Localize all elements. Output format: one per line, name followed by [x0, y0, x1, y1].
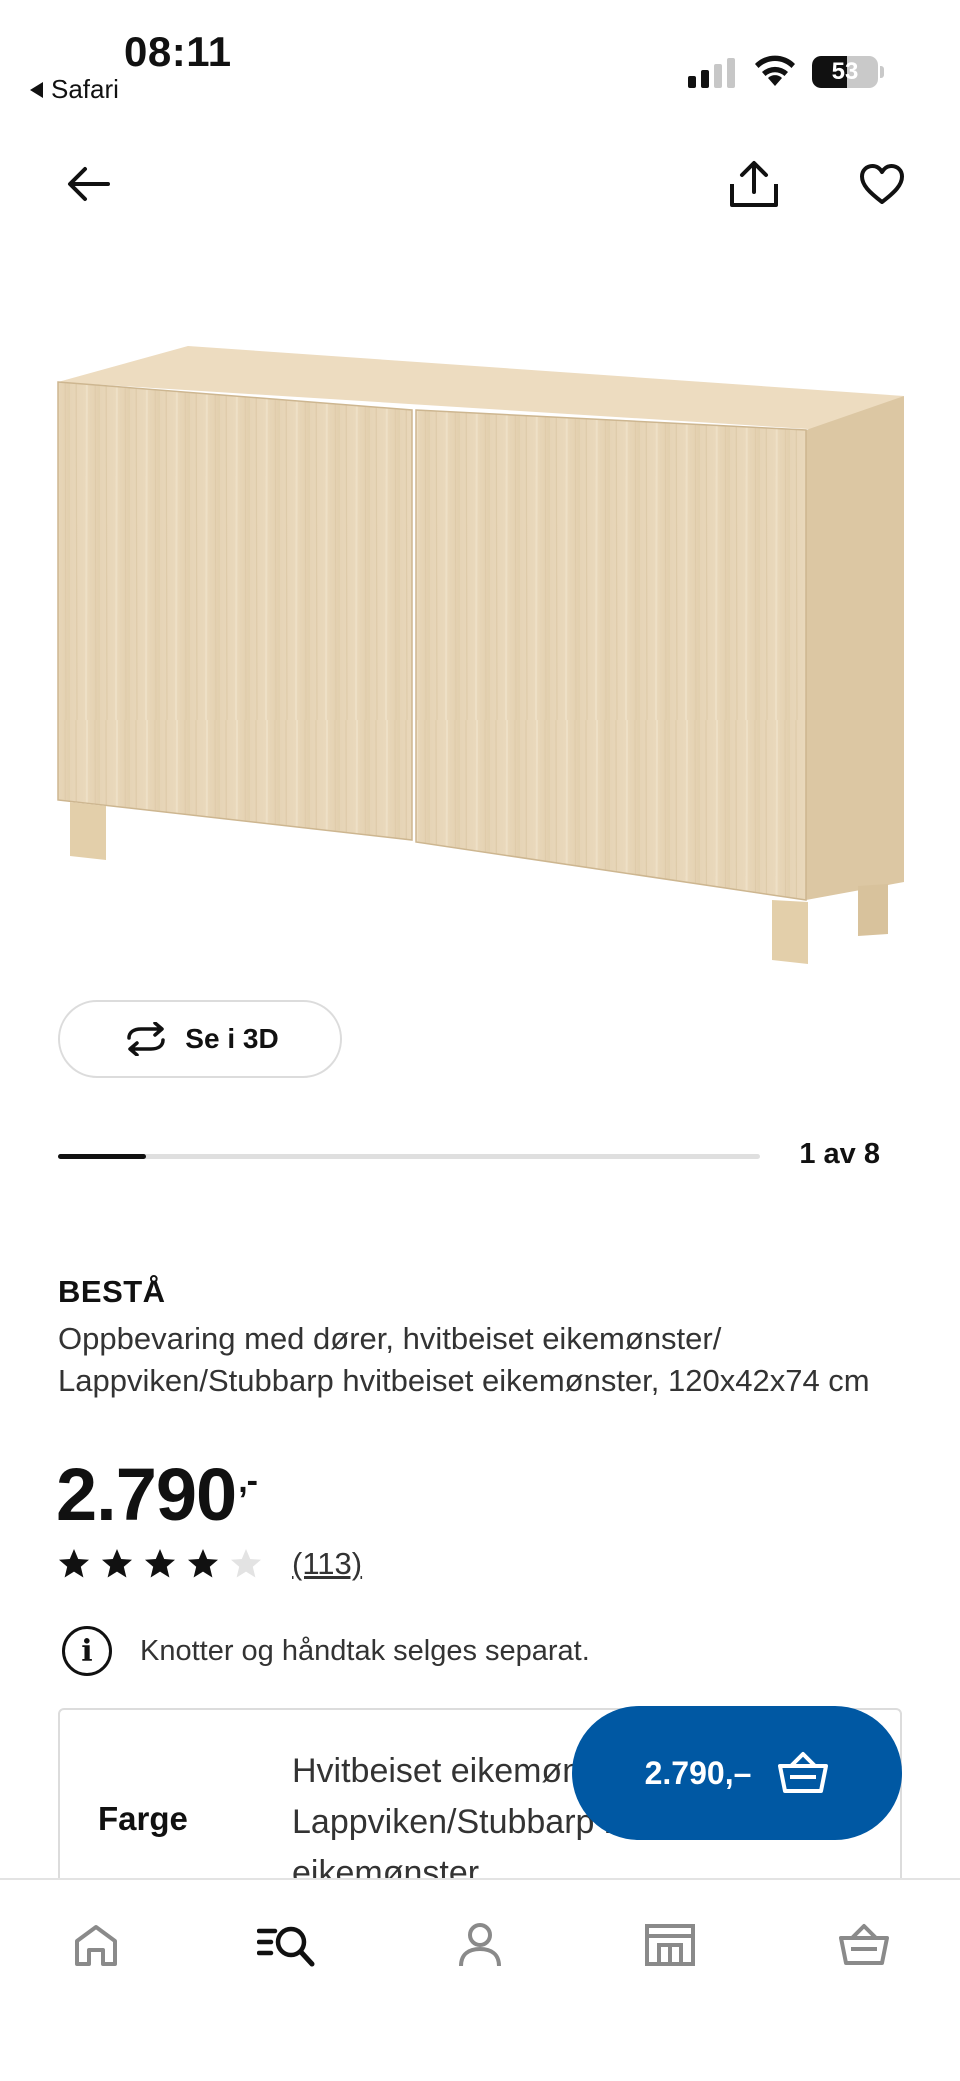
variant-label: Farge	[98, 1800, 188, 1837]
nav-basket[interactable]	[824, 1910, 904, 1980]
share-icon	[730, 161, 778, 207]
basket-icon	[778, 1752, 829, 1793]
back-button[interactable]	[52, 148, 124, 220]
product-price: 2.790 ,-	[56, 1452, 258, 1537]
rotate-icon	[127, 1022, 166, 1056]
info-icon: i	[62, 1626, 112, 1676]
cabinet-right-door	[415, 409, 807, 901]
share-button[interactable]	[718, 148, 790, 220]
info-text: Knotter og håndtak selges separat.	[140, 1634, 590, 1667]
heart-icon	[860, 164, 904, 204]
bottom-navigation	[0, 1878, 960, 2081]
battery-percent: 53	[831, 58, 859, 85]
product-image[interactable]	[40, 320, 920, 980]
star-filled-icon	[145, 1549, 175, 1578]
star-empty-icon	[231, 1549, 261, 1578]
wifi-icon	[755, 55, 795, 86]
cabinet-left-door	[57, 381, 413, 841]
star-filled-icon	[188, 1549, 218, 1578]
star-filled-icon	[59, 1549, 89, 1578]
favourite-button[interactable]	[846, 148, 918, 220]
nav-home[interactable]	[56, 1910, 136, 1980]
add-to-cart-button[interactable]: 2.790,–	[572, 1706, 902, 1840]
image-carousel-progress	[58, 1154, 760, 1159]
price-suffix: ,-	[238, 1462, 258, 1500]
home-icon	[75, 1925, 117, 1966]
cabinet-leg	[70, 802, 106, 860]
back-app-label: Safari	[51, 74, 119, 104]
back-to-app-link[interactable]: Safari	[30, 74, 119, 105]
battery-tip	[880, 66, 884, 78]
view-3d-button[interactable]: Se i 3D	[58, 1000, 342, 1078]
status-bar: 08:11 Safari 53	[0, 0, 960, 110]
back-triangle-icon	[30, 81, 43, 98]
product-rating[interactable]: (113)	[58, 1546, 362, 1582]
product-description: Oppbevaring med dører, hvitbeiset eikemø…	[58, 1321, 870, 1398]
image-carousel-progress-fill	[58, 1154, 146, 1159]
status-clock: 08:11	[124, 28, 232, 75]
person-icon	[459, 1923, 501, 1967]
image-counter: 1 av 8	[799, 1138, 880, 1170]
add-to-cart-label: 2.790,–	[644, 1754, 752, 1791]
price-main: 2.790	[56, 1453, 237, 1536]
nav-profile[interactable]	[440, 1910, 520, 1980]
rating-stars	[58, 1548, 262, 1580]
nav-search[interactable]	[246, 1910, 326, 1980]
cellular-signal-icon	[688, 58, 735, 88]
cabinet-leg	[772, 900, 808, 964]
basket-icon	[839, 1924, 889, 1965]
search-icon	[257, 1926, 315, 1967]
arrow-left-icon	[68, 167, 110, 201]
star-filled-icon	[102, 1549, 132, 1578]
cabinet-leg	[858, 884, 888, 936]
cabinet-side	[806, 396, 904, 900]
product-brand: BESTÅ	[58, 1274, 166, 1309]
product-info-note: i Knotter og håndtak selges separat.	[62, 1626, 590, 1676]
store-icon	[645, 1924, 695, 1966]
review-count-link[interactable]: (113)	[292, 1546, 362, 1582]
nav-store[interactable]	[630, 1910, 710, 1980]
view-3d-label: Se i 3D	[185, 1023, 279, 1054]
battery-icon: 53	[812, 56, 878, 88]
